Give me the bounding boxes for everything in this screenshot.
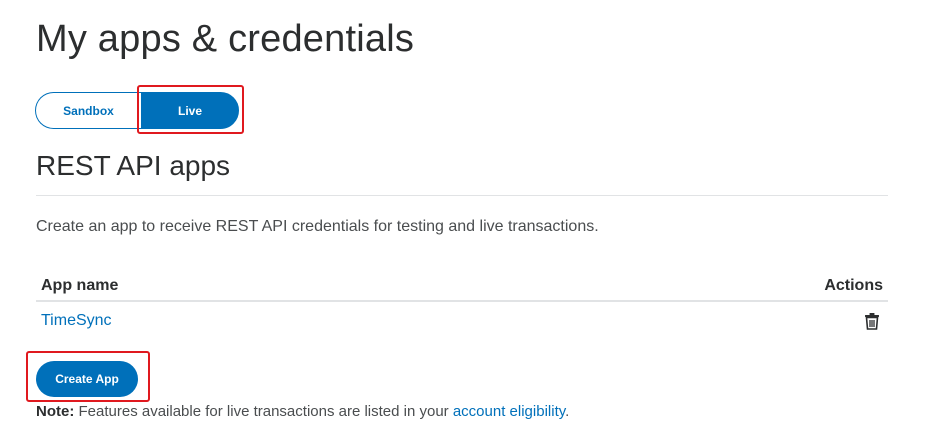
table-header: App name Actions [36,272,888,302]
account-eligibility-link[interactable]: account eligibility [453,403,565,420]
note-label: Note: [36,403,75,420]
note-suffix: . [565,403,570,420]
note-text: Note: Features available for live transa… [36,403,569,420]
column-header-app-name: App name [41,277,119,294]
page-title: My apps & credentials [36,18,415,60]
apps-table: App name Actions TimeSync [36,272,888,340]
create-app-button[interactable]: Create App [36,361,138,397]
note-body: Features available for live transactions… [74,403,453,420]
page: My apps & credentials Sandbox Live REST … [0,0,938,438]
app-name-link[interactable]: TimeSync [41,312,112,330]
toggle-sandbox-button[interactable]: Sandbox [35,92,141,129]
section-description: Create an app to receive REST API creden… [36,218,599,235]
column-header-actions: Actions [824,277,883,294]
section-title: REST API apps [36,150,231,181]
trash-icon[interactable] [863,312,881,330]
toggle-live-button[interactable]: Live [141,92,239,129]
section-divider [36,195,888,196]
table-row: TimeSync [36,302,888,340]
environment-toggle: Sandbox Live [35,92,239,130]
